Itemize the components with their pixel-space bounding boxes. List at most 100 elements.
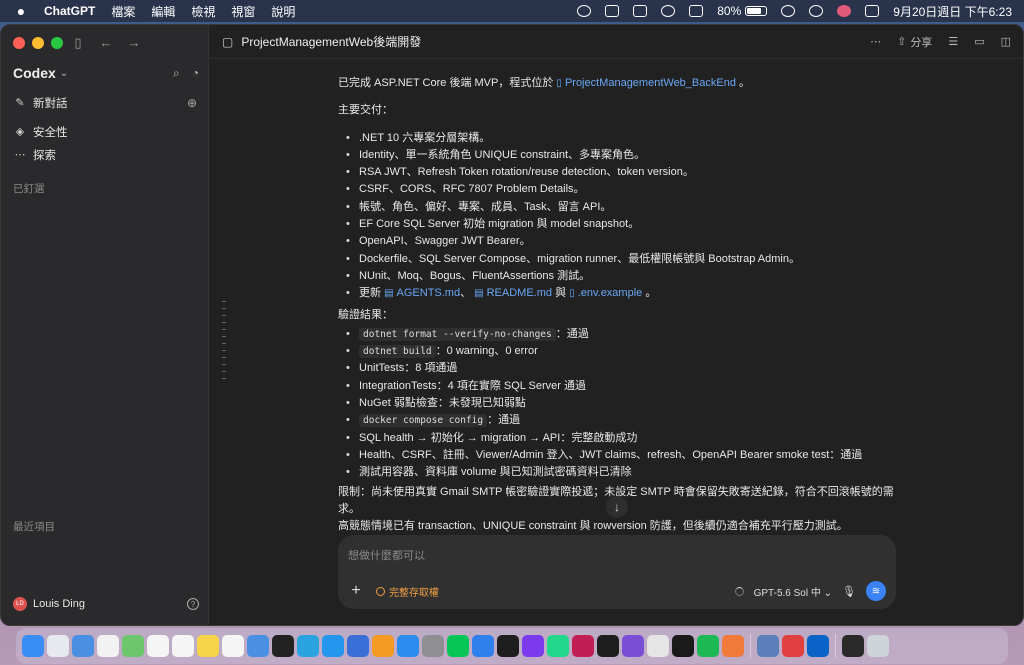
- mail-icon[interactable]: [72, 635, 94, 657]
- obsidian-icon[interactable]: [522, 635, 544, 657]
- verify-list: dotnet format --verify-no-changes：通過 dot…: [338, 326, 908, 482]
- terminal-panel-icon[interactable]: ▭: [974, 35, 984, 48]
- pages-icon[interactable]: [372, 635, 394, 657]
- prompt-input[interactable]: 想做什麼都可以: [348, 547, 425, 563]
- app-icon[interactable]: [347, 635, 369, 657]
- close-window-button[interactable]: [13, 37, 25, 49]
- app-status-icon[interactable]: [605, 5, 620, 17]
- keyboard-status-icon[interactable]: [633, 5, 648, 17]
- chatgpt-icon[interactable]: [672, 635, 694, 657]
- maps-icon[interactable]: [122, 635, 144, 657]
- chevron-down-icon[interactable]: ⌄: [60, 68, 68, 79]
- more-dots-icon: ⋯: [14, 149, 26, 161]
- checklist-icon[interactable]: ☰: [948, 35, 958, 48]
- model-selector[interactable]: GPT-5.6 Sol 中 ⌄: [754, 584, 832, 599]
- jetbrains-icon[interactable]: [272, 635, 294, 657]
- scroll-to-bottom-button[interactable]: ↓: [606, 496, 628, 518]
- window-icon[interactable]: [842, 635, 864, 657]
- battery-indicator[interactable]: 80%: [717, 4, 768, 18]
- control-center-icon[interactable]: [865, 5, 880, 17]
- spotify-icon[interactable]: [697, 635, 719, 657]
- file-link-readme[interactable]: README.md: [487, 287, 552, 299]
- workspace-title[interactable]: Codex: [13, 65, 56, 81]
- reminders-icon[interactable]: [172, 635, 194, 657]
- menu-clock[interactable]: 9月20日週日 下午6:23: [893, 3, 1012, 20]
- launchpad-icon[interactable]: [47, 635, 69, 657]
- search-icon[interactable]: [809, 5, 824, 17]
- vscode-icon[interactable]: [472, 635, 494, 657]
- add-circle-icon[interactable]: ⊕: [187, 96, 197, 110]
- pycharm-ce-icon[interactable]: [597, 635, 619, 657]
- disk-icon[interactable]: [757, 635, 779, 657]
- model-label: GPT-5.6 Sol 中: [753, 587, 821, 599]
- wifi-icon[interactable]: [781, 5, 796, 17]
- calendar-icon[interactable]: [147, 635, 169, 657]
- trash-icon[interactable]: [867, 635, 889, 657]
- list-item: IntegrationTests：4 項在實際 SQL Server 通過: [338, 378, 908, 396]
- notes-icon[interactable]: [197, 635, 219, 657]
- input-method-icon[interactable]: [689, 5, 704, 17]
- dock-separator: [835, 634, 836, 658]
- verify-text: ：0 warning、0 error: [435, 345, 538, 358]
- bell-icon[interactable]: ◔: [192, 66, 199, 81]
- apple-menu-icon[interactable]: ●: [14, 3, 28, 19]
- limitation-text-2: 高競態情境已有 transaction、UNIQUE constraint 與 …: [338, 520, 848, 533]
- freeform-icon[interactable]: [222, 635, 244, 657]
- preview-icon[interactable]: [647, 635, 669, 657]
- minimize-window-button[interactable]: [32, 37, 44, 49]
- home-icon[interactable]: [247, 635, 269, 657]
- chatgpt-status-icon[interactable]: [577, 5, 592, 17]
- window-controls: [13, 37, 63, 49]
- user-avatar-icon[interactable]: [837, 5, 852, 17]
- editor-icon[interactable]: [722, 635, 744, 657]
- forward-arrow-icon[interactable]: →: [127, 35, 141, 51]
- outlook-icon[interactable]: [807, 635, 829, 657]
- side-panel-icon[interactable]: ◫: [1001, 35, 1011, 48]
- menu-help[interactable]: 說明: [271, 3, 295, 20]
- play-status-icon[interactable]: [661, 5, 676, 17]
- visualstudio-icon[interactable]: [622, 635, 644, 657]
- rider-icon[interactable]: [572, 635, 594, 657]
- inline-code: dotnet build: [359, 345, 436, 359]
- settings-icon[interactable]: [422, 635, 444, 657]
- intro-link[interactable]: ProjectManagementWeb_BackEnd: [565, 77, 736, 89]
- help-icon[interactable]: ?: [187, 598, 199, 610]
- intro-text: 已完成 ASP.NET Core 後端 MVP，程式位於: [338, 77, 554, 89]
- document-icon: ▢: [222, 34, 234, 49]
- permission-selector[interactable]: 完整存取權: [376, 584, 439, 599]
- scroll-indicator[interactable]: [222, 301, 226, 379]
- sidebar-item-new-chat[interactable]: ✎ 新對話 ⊕: [1, 91, 209, 114]
- menu-view[interactable]: 檢視: [191, 3, 215, 20]
- back-arrow-icon[interactable]: ←: [99, 35, 113, 51]
- toggle-sidebar-icon[interactable]: ▯: [71, 35, 85, 51]
- search-icon[interactable]: ⌕: [173, 66, 180, 81]
- user-profile[interactable]: LD Louis Ding ?: [13, 597, 199, 611]
- share-button[interactable]: ⇧ 分享: [897, 34, 932, 50]
- terminal-icon[interactable]: [497, 635, 519, 657]
- finder-icon[interactable]: [22, 635, 44, 657]
- microphone-icon[interactable]: 🎙: [842, 585, 856, 598]
- menu-edit[interactable]: 編輯: [151, 3, 175, 20]
- pycharm-icon[interactable]: [547, 635, 569, 657]
- sidebar-item-security[interactable]: ◈ 安全性: [1, 120, 209, 143]
- file-link-agents[interactable]: AGENTS.md: [397, 287, 461, 299]
- add-attachment-icon[interactable]: +: [348, 582, 364, 600]
- docker-icon[interactable]: [322, 635, 344, 657]
- sidebar-item-explore[interactable]: ⋯ 探索: [1, 143, 209, 166]
- chrome-icon[interactable]: [97, 635, 119, 657]
- list-item: 帳號、角色、偏好、專案、成員、Task、留言 API。: [338, 199, 908, 217]
- line-icon[interactable]: [447, 635, 469, 657]
- voice-send-button[interactable]: ≋: [866, 581, 886, 601]
- menu-file[interactable]: 檔案: [111, 3, 135, 20]
- menu-app-name[interactable]: ChatGPT: [44, 4, 95, 18]
- update-end: 。: [645, 287, 657, 300]
- appstore-icon[interactable]: [397, 635, 419, 657]
- utility-icon[interactable]: [782, 635, 804, 657]
- fullscreen-window-button[interactable]: [51, 37, 63, 49]
- telegram-icon[interactable]: [297, 635, 319, 657]
- menu-window[interactable]: 視窗: [231, 3, 255, 20]
- file-icon: ▯: [569, 288, 575, 300]
- shield-icon: ◈: [15, 126, 25, 138]
- file-link-env[interactable]: .env.example: [578, 287, 643, 299]
- more-options-icon[interactable]: ⋯: [870, 35, 881, 48]
